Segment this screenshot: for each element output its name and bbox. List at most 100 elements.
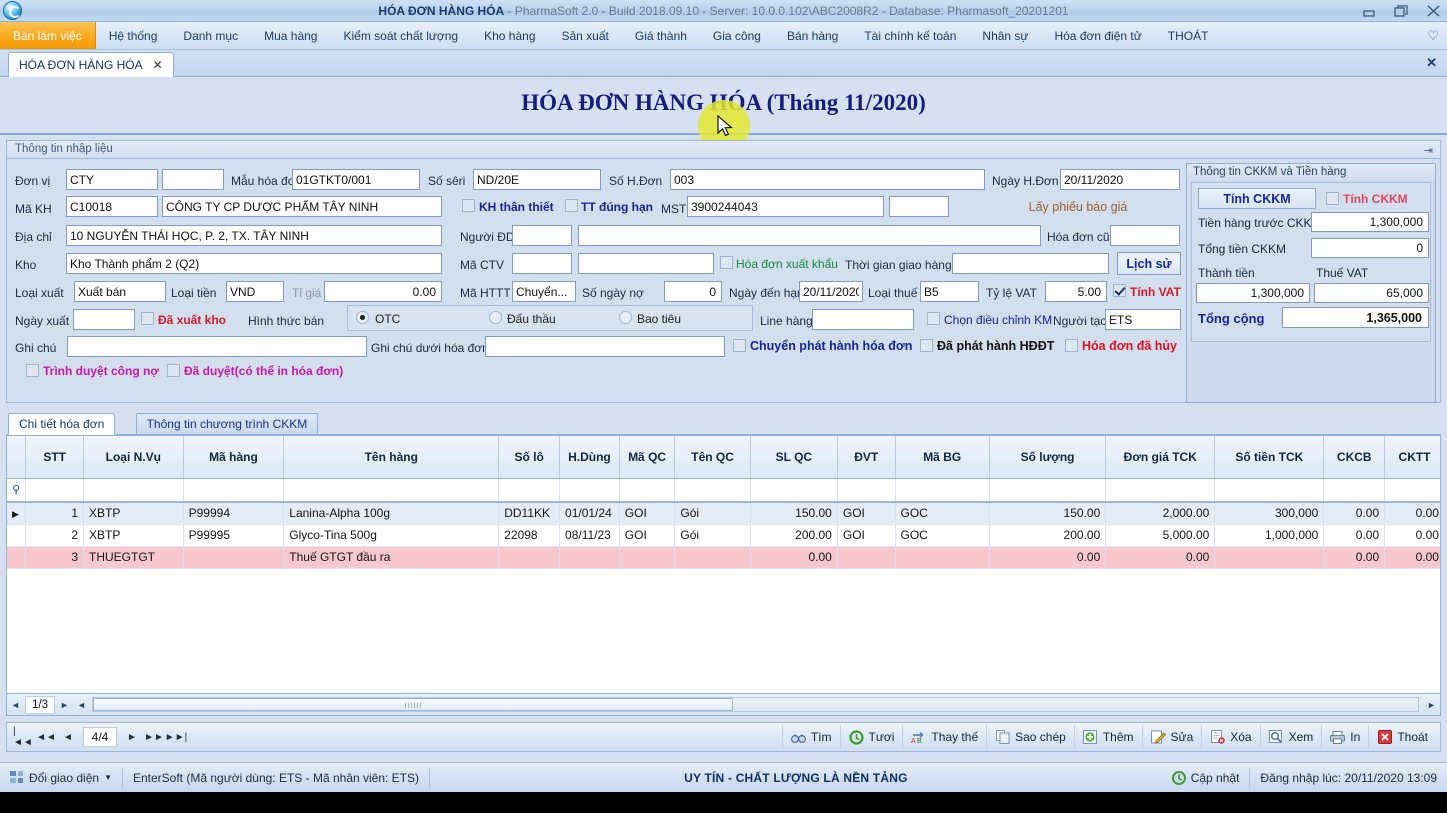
grid-cell-dvt[interactable]: GOI [837, 524, 895, 546]
menu-item-2[interactable]: Danh mục [170, 22, 251, 49]
input-mst[interactable] [687, 196, 884, 217]
input-ten-kh[interactable] [162, 196, 442, 217]
checkbox-da-duyet[interactable] [167, 364, 180, 377]
menu-item-1[interactable]: Hệ thống [96, 22, 171, 49]
checkbox-tt-dung-han[interactable] [565, 199, 578, 212]
input-line-hang[interactable] [812, 309, 914, 330]
table-row[interactable]: 2XBTPP99995Glyco-Tina 500g2209808/11/23G… [7, 524, 1441, 546]
grid-cell-loai_nv[interactable]: XBTP [84, 524, 184, 546]
grid-filter-cell-6[interactable] [619, 478, 675, 502]
checkbox-da-phat-hanh-hddt[interactable] [920, 339, 933, 352]
menu-item-13[interactable]: THOÁT [1155, 22, 1222, 49]
input-hoa-don-cu[interactable] [1110, 225, 1180, 246]
grid-filter-cell-13[interactable] [1215, 478, 1324, 502]
action-thay-thế[interactable]: ABThay thế [902, 725, 986, 749]
grid-cell-so_tien_tck[interactable] [1215, 546, 1324, 568]
value-tong-cong[interactable]: 1,365,000 [1282, 307, 1429, 328]
tab-hoa-don-hang-hoa[interactable]: HÓA ĐƠN HÀNG HÓA ✕ [8, 52, 174, 77]
grid-cell-ckcb[interactable]: 0.00 [1324, 524, 1385, 546]
grid-cell-don_gia_tck[interactable]: 2,000.00 [1106, 502, 1215, 524]
action-in[interactable]: In [1321, 725, 1368, 749]
grid-cell-so_luong[interactable]: 200.00 [989, 524, 1105, 546]
grid-column-header-15[interactable]: CKTT [1385, 436, 1441, 478]
grid-cell-cktt[interactable]: 0.00 [1385, 502, 1441, 524]
button-cap-nhat[interactable]: Cập nhật [1162, 764, 1250, 792]
nav-next-icon[interactable]: ► [121, 726, 143, 748]
input-nguoi-dd-code[interactable] [512, 225, 572, 246]
input-ti-gia[interactable] [324, 281, 442, 302]
grid-cell-ma_qc[interactable]: GOI [619, 524, 675, 546]
grid-cell-ten_qc[interactable]: Gói [675, 502, 750, 524]
checkbox-hoa-don-xuat-khau[interactable] [720, 256, 733, 269]
grid-cell-cktt[interactable]: 0.00 [1385, 524, 1441, 546]
grid-filter-cell-3[interactable] [284, 478, 499, 502]
grid-column-header-10[interactable]: Mã BG [895, 436, 989, 478]
grid-cell-stt[interactable]: 2 [26, 524, 84, 546]
checkbox-tinh-vat[interactable] [1113, 284, 1126, 297]
menu-item-5[interactable]: Kho hàng [471, 22, 548, 49]
value-tong-tien-ckkm[interactable]: 0 [1311, 238, 1429, 258]
hscroll-left-icon[interactable]: ◄ [73, 695, 90, 715]
invoice-detail-grid[interactable]: STTLoại N.VụMã hàngTên hàngSố lôH.DùngMã… [6, 435, 1441, 694]
action-xóa[interactable]: Xóa [1201, 725, 1259, 749]
grid-cell-so_tien_tck[interactable]: 300,000 [1215, 502, 1324, 524]
grid-column-header-7[interactable]: Tên QC [675, 436, 750, 478]
input-loai-tien[interactable] [226, 281, 284, 302]
menu-item-6[interactable]: Sản xuất [549, 22, 622, 49]
grid-column-header-2[interactable]: Mã hàng [183, 436, 284, 478]
grid-cell-cktt[interactable]: 0.00 [1385, 546, 1441, 568]
radio-otc[interactable] [356, 311, 369, 324]
input-nguoi-dd-name[interactable] [578, 225, 1041, 246]
grid-cell-ma_bg[interactable] [895, 546, 989, 568]
input-ma-ctv-name[interactable] [578, 253, 714, 274]
grid-cell-h_dung[interactable]: 01/01/24 [560, 502, 620, 524]
restore-button[interactable] [1393, 3, 1409, 19]
input-ngay-xuat[interactable] [73, 309, 135, 330]
input-mau-hoa-don[interactable] [292, 169, 420, 190]
grid-cell-stt[interactable]: 1 [26, 502, 84, 524]
grid-cell-so_luong[interactable]: 150.00 [989, 502, 1105, 524]
value-thue-vat[interactable]: 65,000 [1314, 283, 1429, 303]
menu-expand-icon[interactable]: ♡ [1427, 28, 1439, 44]
grid-filter-cell-11[interactable] [989, 478, 1105, 502]
grid-filter-cell-0[interactable] [26, 478, 84, 502]
grid-cell-h_dung[interactable]: 08/11/23 [560, 524, 620, 546]
hscroll-right-icon[interactable]: ► [1423, 695, 1440, 715]
input-ngay-den-han[interactable] [799, 281, 863, 302]
grid-cell-ten_hang[interactable]: Glyco-Tina 500g [284, 524, 499, 546]
nav-prev-icon[interactable]: ◄ [57, 726, 79, 748]
grid-filter-cell-1[interactable] [84, 478, 184, 502]
grid-tab-1[interactable]: Thông tin chương trình CKKM [136, 413, 319, 435]
grid-cell-sl_qc[interactable]: 150.00 [750, 502, 837, 524]
grid-column-header-6[interactable]: Mã QC [619, 436, 675, 478]
menu-item-9[interactable]: Bán hàng [774, 22, 851, 49]
grid-cell-sl_qc[interactable]: 0.00 [750, 546, 837, 568]
grid-cell-ten_qc[interactable] [675, 546, 750, 568]
menu-item-0[interactable]: Bàn làm việc [0, 22, 96, 49]
action-thêm[interactable]: Thêm [1074, 725, 1142, 749]
grid-column-header-14[interactable]: CKCB [1324, 436, 1385, 478]
menu-item-4[interactable]: Kiểm soát chất lượng [330, 22, 471, 49]
input-so-hdon[interactable] [670, 169, 985, 190]
grid-cell-ckcb[interactable]: 0.00 [1324, 502, 1385, 524]
grid-filter-cell-8[interactable] [750, 478, 837, 502]
nav-last-icon[interactable]: ►►| [165, 726, 187, 748]
grid-column-header-8[interactable]: SL QC [750, 436, 837, 478]
grid-column-header-0[interactable]: STT [26, 436, 84, 478]
input-don-vi-2[interactable] [162, 169, 224, 190]
action-xem[interactable]: Xem [1260, 725, 1322, 749]
checkbox-trinh-duyet-cong-no[interactable] [26, 364, 39, 377]
input-so-ngay-no[interactable] [664, 281, 722, 302]
grid-cell-so_lo[interactable]: DD11KK [499, 502, 560, 524]
close-icon[interactable]: ✕ [153, 58, 163, 72]
input-ghi-chu-duoi-hoa-don[interactable] [485, 336, 725, 357]
row-selector-icon[interactable] [7, 546, 26, 568]
grid-cell-so_lo[interactable]: 22098 [499, 524, 560, 546]
input-ma-ctv-code[interactable] [512, 253, 572, 274]
grid-column-header-4[interactable]: Số lô [499, 436, 560, 478]
button-tinh-ckkm[interactable]: Tính CKKM [1198, 188, 1316, 209]
grid-column-header-1[interactable]: Loại N.Vụ [84, 436, 184, 478]
action-sửa[interactable]: Sửa [1142, 725, 1202, 749]
grid-cell-ma_hang[interactable]: P99995 [183, 524, 284, 546]
grid-cell-ma_hang[interactable]: P99994 [183, 502, 284, 524]
